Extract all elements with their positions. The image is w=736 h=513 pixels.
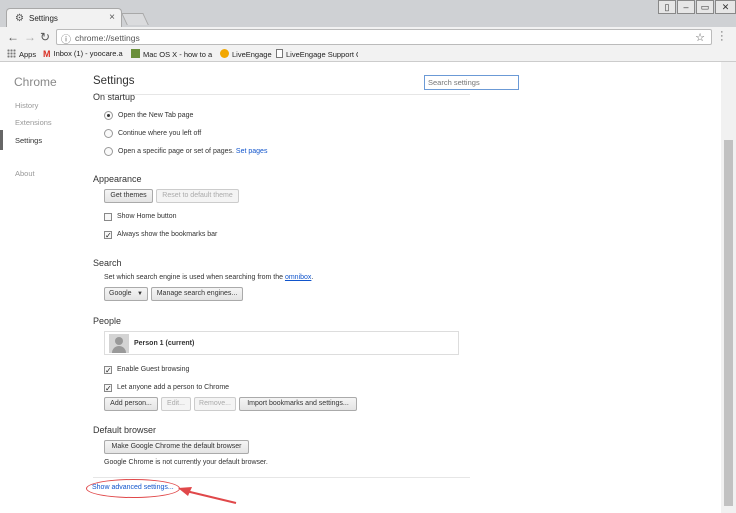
page-scrollbar[interactable] (721, 62, 736, 513)
scrollbar-thumb[interactable] (724, 140, 733, 506)
annotation-arrow-icon (178, 487, 237, 504)
